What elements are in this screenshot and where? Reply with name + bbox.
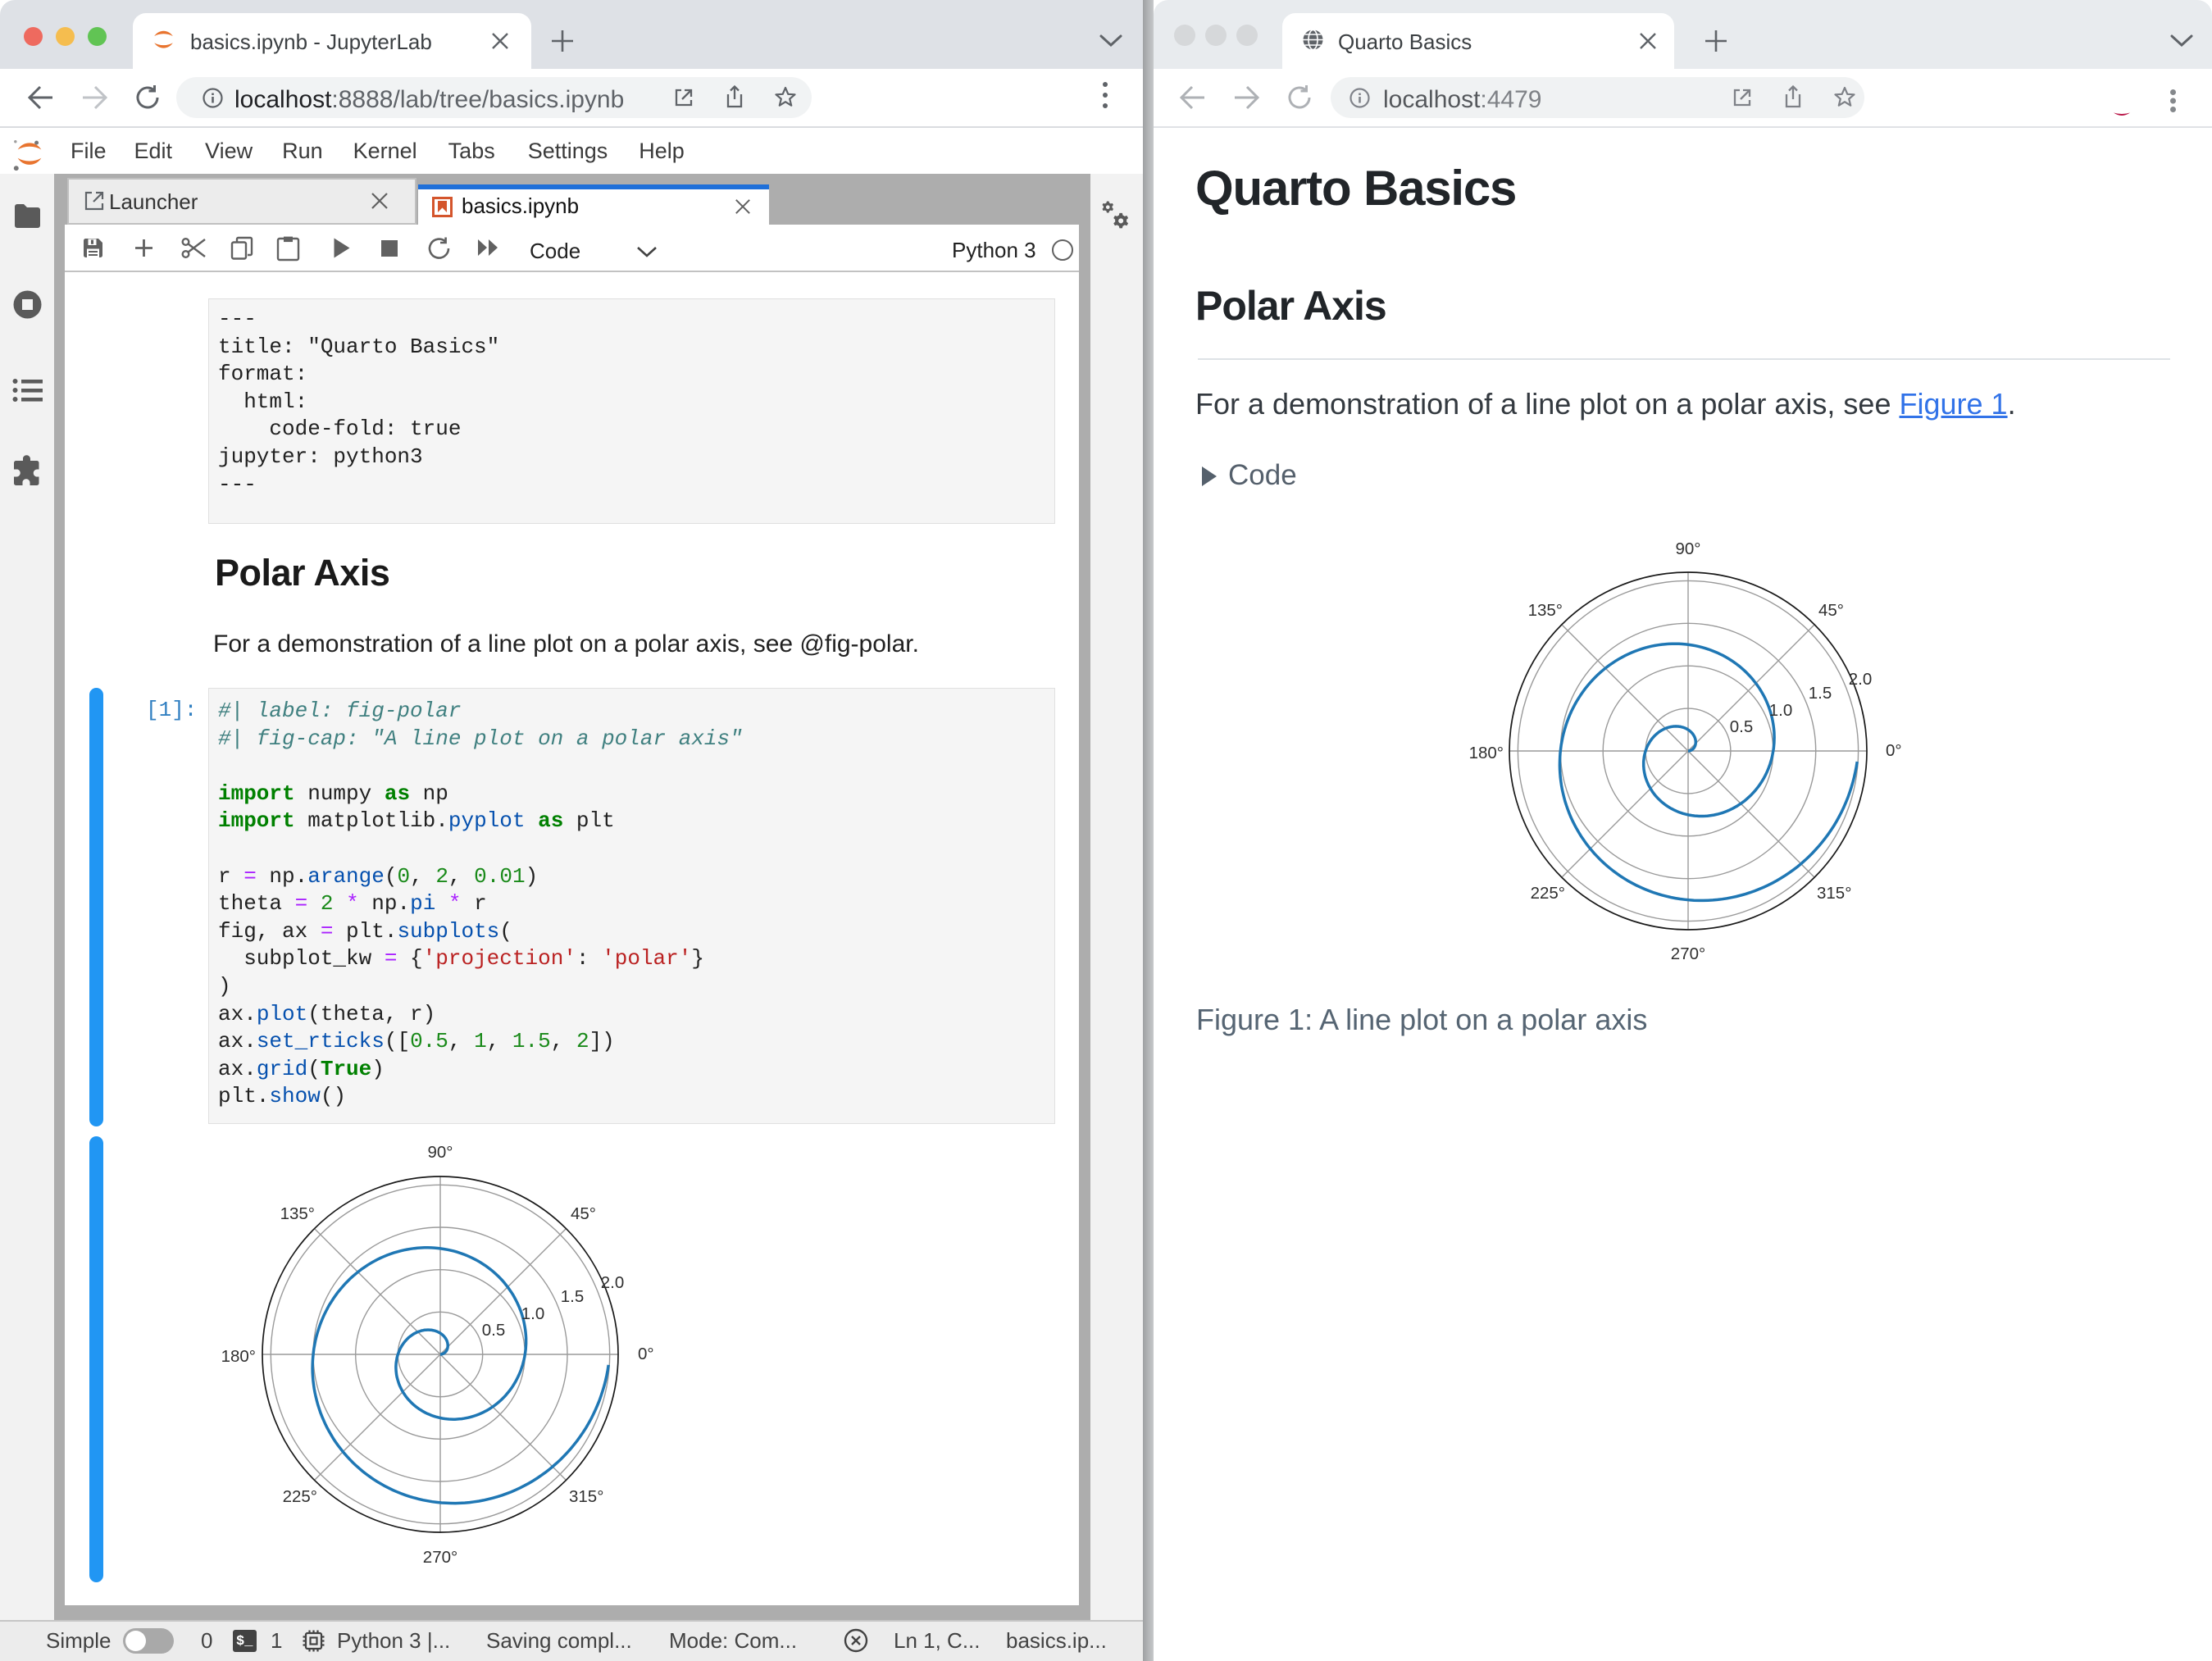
svg-text:0°: 0° <box>638 1345 654 1363</box>
svg-text:90°: 90° <box>1675 539 1700 558</box>
svg-text:225°: 225° <box>283 1487 317 1506</box>
svg-text:180°: 180° <box>221 1347 256 1366</box>
svg-text:2.0: 2.0 <box>1849 670 1873 689</box>
svg-text:1.0: 1.0 <box>1769 701 1793 720</box>
svg-text:90°: 90° <box>427 1143 453 1162</box>
svg-text:135°: 135° <box>1528 601 1563 620</box>
svg-text:315°: 315° <box>1817 884 1851 903</box>
svg-text:1.0: 1.0 <box>521 1304 545 1323</box>
svg-text:1.5: 1.5 <box>1809 684 1832 703</box>
svg-text:0°: 0° <box>1886 741 1902 760</box>
svg-text:270°: 270° <box>1671 944 1705 963</box>
svg-text:225°: 225° <box>1531 884 1565 903</box>
svg-text:0.5: 0.5 <box>1730 717 1754 736</box>
svg-text:0.5: 0.5 <box>482 1321 506 1340</box>
svg-text:45°: 45° <box>571 1204 596 1223</box>
svg-text:135°: 135° <box>280 1204 315 1223</box>
svg-text:315°: 315° <box>569 1487 603 1506</box>
svg-text:180°: 180° <box>1469 744 1504 762</box>
svg-text:45°: 45° <box>1818 601 1844 620</box>
svg-text:1.5: 1.5 <box>561 1287 585 1306</box>
svg-text:270°: 270° <box>423 1548 457 1567</box>
svg-text:2.0: 2.0 <box>601 1273 625 1292</box>
